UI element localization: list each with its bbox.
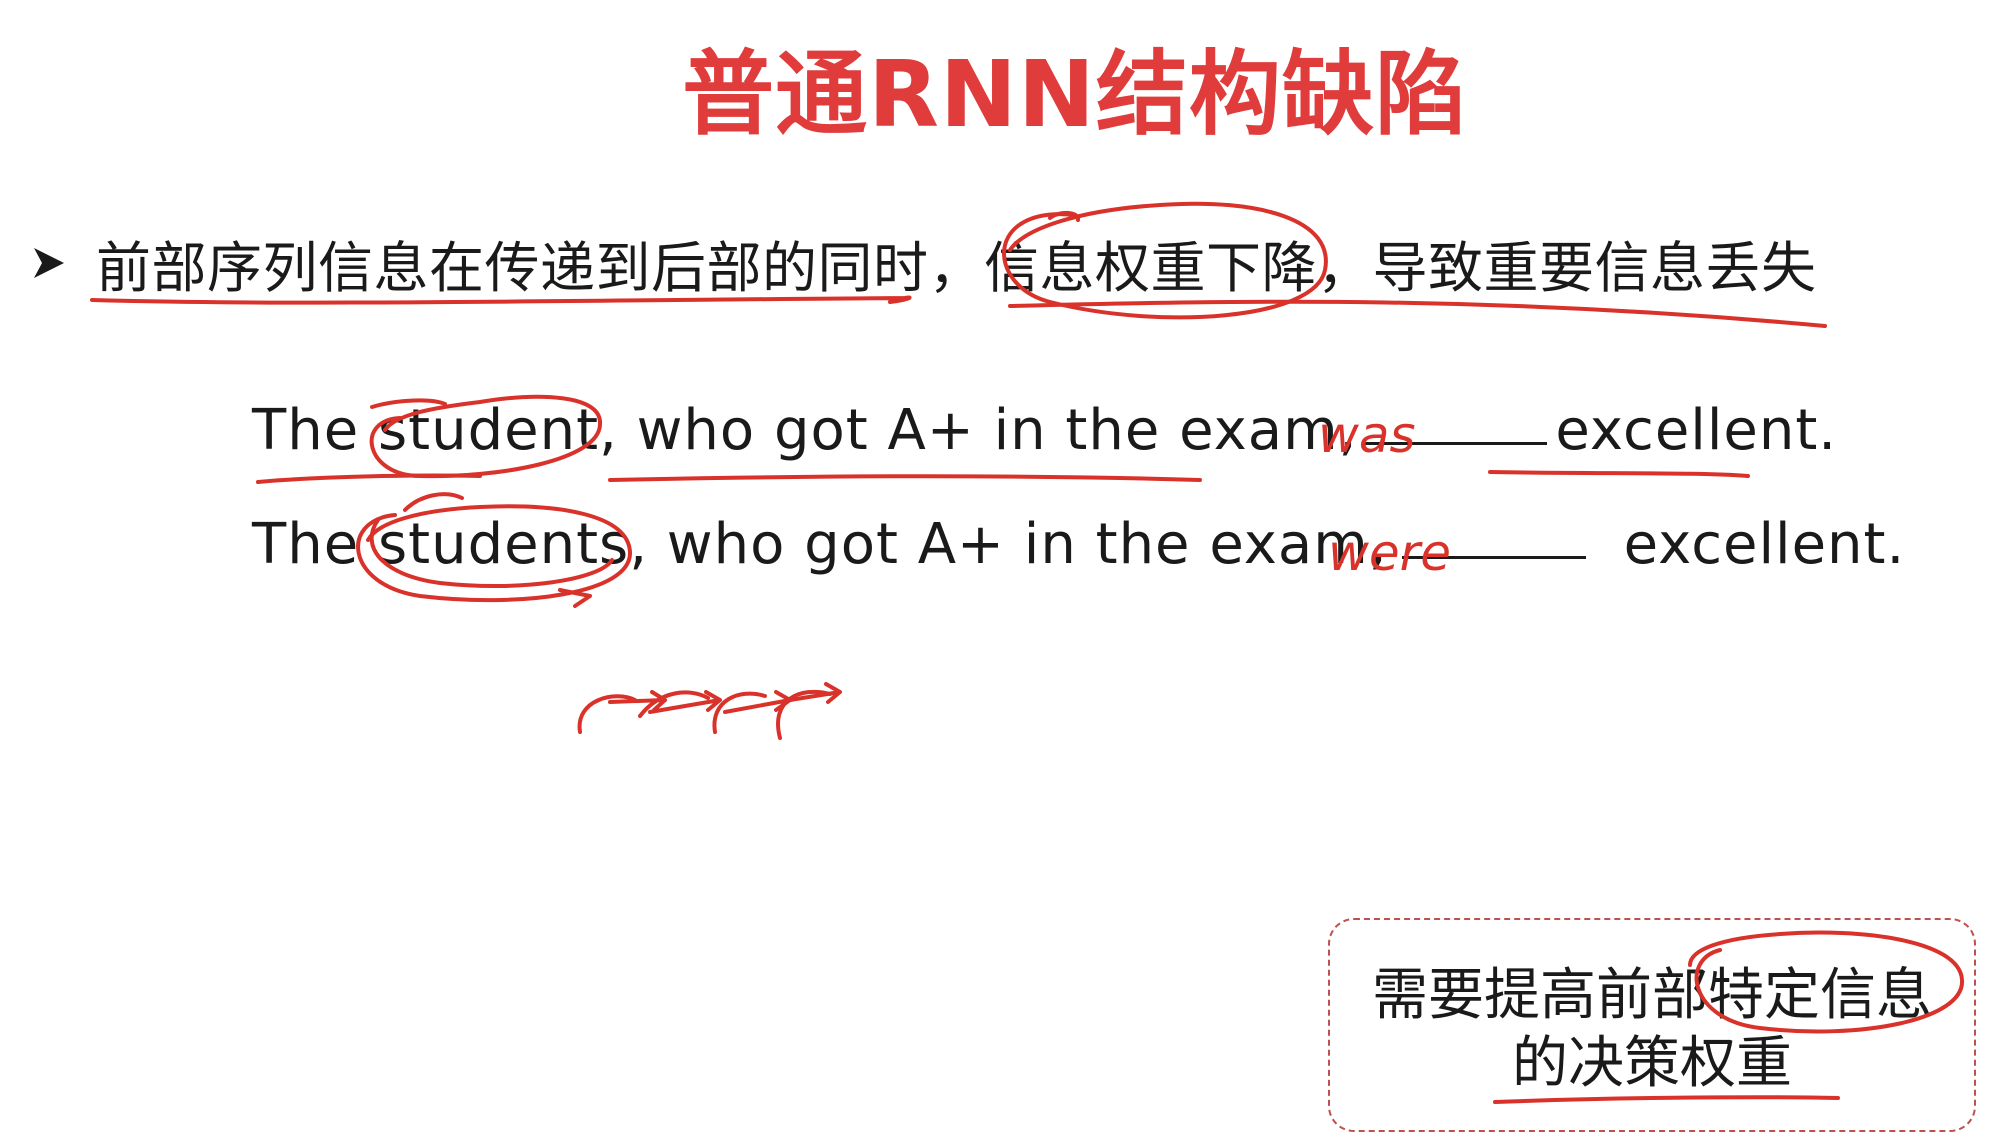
slide: 普通RNN结构缺陷 前部序列信息在传递到后部的同时，信息权重下降，导致重要信息丢… [0, 0, 1996, 1138]
bullet-point: 前部序列信息在传递到后部的同时，信息权重下降，导致重要信息丢失 [30, 228, 1817, 300]
slide-title: 普通RNN结构缺陷 [682, 41, 1468, 148]
bullet-underline-2 [1008, 299, 1827, 328]
sentence-2-blank [1401, 555, 1586, 559]
example-sentence-1: The student, who got A+ in the exam, exce… [252, 398, 1837, 463]
sentence-1-blank [1365, 441, 1548, 445]
arrow-bullet-icon [34, 248, 64, 278]
sentence-2-suffix: excellent. [1623, 512, 1906, 577]
note-line-1: 需要提高前部特定信息 [1372, 963, 1932, 1028]
sentence-1-underline-3 [1488, 470, 1750, 478]
example-sentence-2: The students, who got A+ in the exam, exc… [252, 512, 1905, 577]
note-text: 需要提高前部特定信息 的决策权重 [1330, 962, 1974, 1098]
sentence-1-underline-1 [256, 473, 482, 484]
note-box: 需要提高前部特定信息 的决策权重 [1328, 918, 1976, 1132]
note-line-2: 的决策权重 [1512, 1031, 1792, 1096]
sentence-2-prefix: The students, who got A+ in the exam, [252, 512, 1388, 577]
sentence-1-underline-2 [608, 474, 1202, 482]
recurrent-arrows-sketch [577, 682, 842, 740]
sentence-1-prefix: The student, who got A+ in the exam, [252, 398, 1358, 463]
sentence-1-suffix: excellent. [1555, 398, 1838, 463]
bullet-text: 前部序列信息在传递到后部的同时，信息权重下降，导致重要信息丢失 [96, 236, 1817, 300]
